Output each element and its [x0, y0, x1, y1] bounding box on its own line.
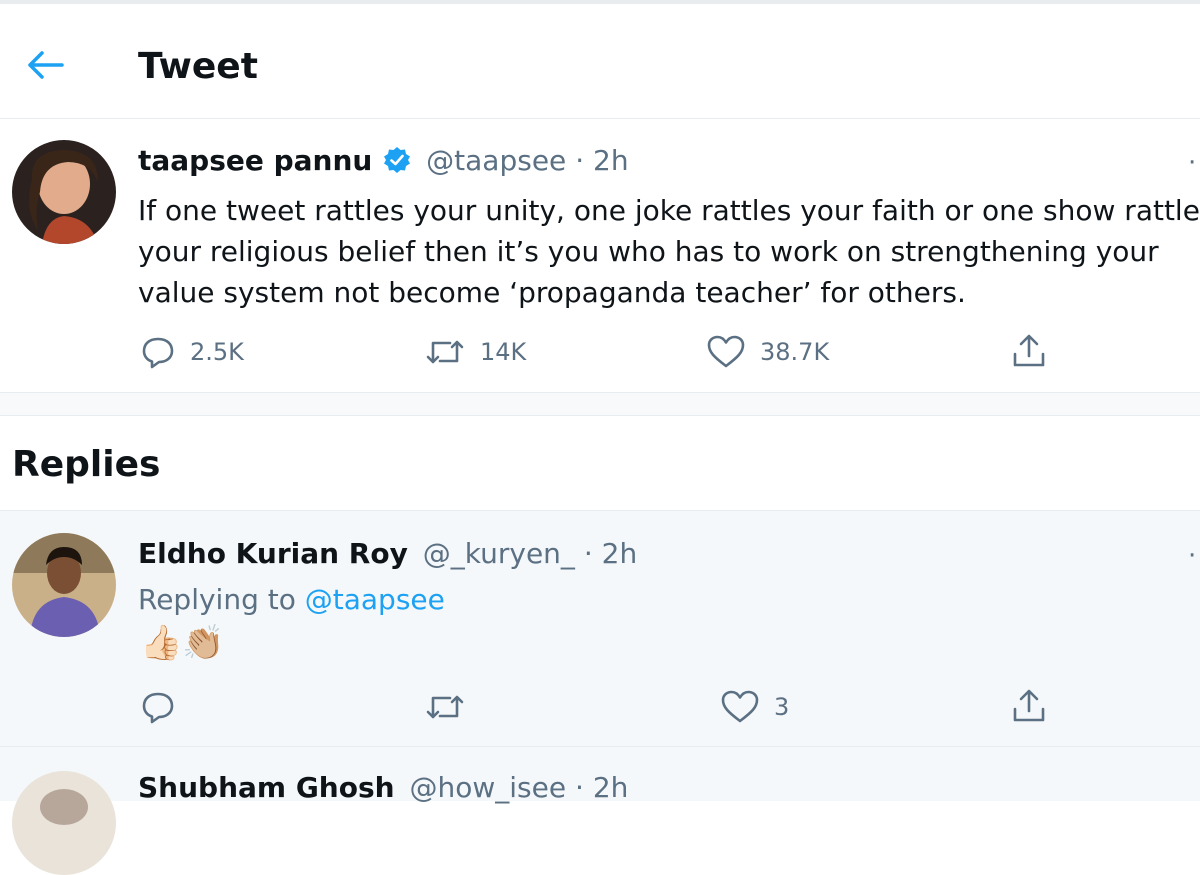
tweet-author-line: taapsee pannu @taapsee · 2h — [138, 144, 629, 177]
reply-author-line: Shubham Ghosh @how_isee · 2h — [138, 771, 628, 804]
like-button[interactable]: 3 — [720, 689, 789, 725]
separator-dot: · — [583, 537, 593, 570]
more-icon[interactable]: · — [1188, 148, 1198, 178]
section-divider — [0, 392, 1200, 416]
reply-avatar[interactable] — [12, 771, 116, 875]
reply-item[interactable]: Shubham Ghosh @how_isee · 2h — [0, 746, 1200, 875]
reply-avatar-image — [12, 533, 116, 637]
retweet-icon — [426, 340, 464, 364]
separator-dot: · — [575, 144, 585, 177]
reply-author-line: Eldho Kurian Roy @_kuryen_ · 2h — [138, 537, 637, 570]
reply-time[interactable]: 2h — [602, 537, 638, 570]
replying-prefix: Replying to — [138, 583, 296, 616]
reply-author-name[interactable]: Shubham Ghosh — [138, 771, 395, 804]
replying-to-link[interactable]: @taapsee — [305, 583, 445, 616]
page-title: Tweet — [138, 46, 258, 87]
tweet-text: If one tweet rattles your unity, one jok… — [138, 194, 1200, 309]
separator-dot: · — [575, 771, 584, 804]
reply-author-name[interactable]: Eldho Kurian Roy — [138, 537, 408, 570]
reply-author-handle[interactable]: @how_isee — [410, 771, 567, 804]
author-name[interactable]: taapsee pannu — [138, 144, 372, 177]
share-button[interactable] — [1010, 332, 1048, 370]
more-icon[interactable]: · — [1188, 541, 1198, 571]
share-icon — [1013, 689, 1045, 722]
verified-badge-icon — [384, 147, 411, 173]
like-button[interactable]: 38.7K — [706, 334, 829, 370]
reply-button[interactable]: 2.5K — [140, 334, 244, 370]
retweet-button[interactable]: 14K — [424, 334, 526, 370]
retweet-button[interactable] — [424, 689, 466, 725]
reply-time[interactable]: 2h — [593, 771, 629, 804]
back-arrow-icon — [28, 51, 64, 79]
retweet-count: 14K — [480, 338, 527, 366]
replying-to-line: Replying to @taapsee — [138, 583, 445, 616]
reply-icon — [142, 692, 174, 724]
reply-count: 2.5K — [190, 338, 244, 366]
like-count: 3 — [774, 693, 790, 721]
avatar-image — [12, 140, 116, 244]
reply-author-handle[interactable]: @_kuryen_ — [423, 537, 575, 570]
header: Tweet — [0, 4, 1200, 119]
reply-item[interactable]: Eldho Kurian Roy @_kuryen_ · 2h · Replyi… — [0, 510, 1200, 747]
reply-avatar[interactable] — [12, 533, 116, 637]
like-icon — [721, 690, 759, 723]
reply-button[interactable] — [140, 689, 176, 725]
share-icon — [1013, 334, 1045, 367]
like-icon — [707, 335, 745, 368]
reply-emoji: 👍🏻👏🏼 — [140, 623, 225, 663]
avatar[interactable] — [12, 140, 116, 244]
reply-icon — [142, 337, 174, 369]
retweet-icon — [426, 695, 464, 719]
share-button[interactable] — [1010, 687, 1048, 725]
author-handle[interactable]: @taapsee — [426, 144, 566, 177]
tweet-time[interactable]: 2h — [593, 144, 629, 177]
back-button[interactable] — [22, 42, 68, 88]
replies-heading: Replies — [12, 444, 161, 485]
like-count: 38.7K — [760, 338, 830, 366]
reply-avatar-image — [12, 771, 116, 875]
